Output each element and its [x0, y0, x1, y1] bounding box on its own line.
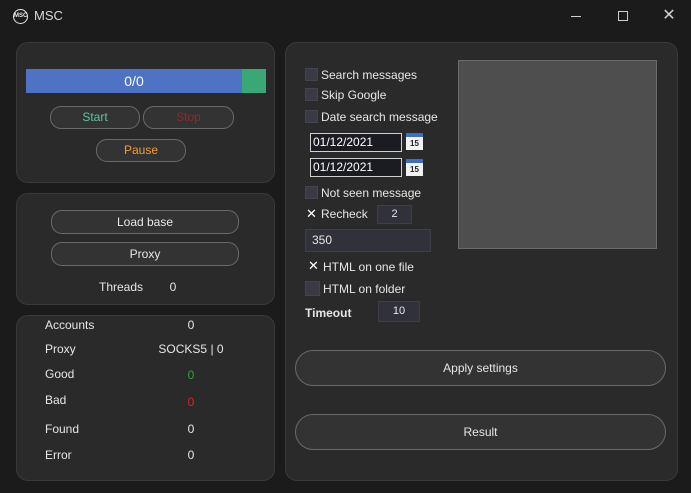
stop-button[interactable]: Stop	[143, 106, 234, 129]
html-one-file-checkbox[interactable]: ✕	[306, 259, 321, 274]
close-button[interactable]: ✕	[646, 0, 691, 32]
calendar-icon[interactable]: 15	[406, 159, 423, 176]
stat-value-found: 0	[187, 422, 195, 436]
window-title: MSC	[34, 8, 63, 23]
stat-value-good: 0	[187, 368, 195, 382]
stat-value-proxy: SOCKS5 | 0	[158, 342, 224, 356]
skip-google-checkbox[interactable]	[305, 88, 318, 101]
preview-area	[458, 60, 657, 249]
stat-label-proxy: Proxy	[45, 342, 76, 356]
start-button[interactable]: Start	[50, 106, 140, 129]
html-folder-label: HTML on folder	[323, 282, 406, 296]
stat-value-accounts: 0	[187, 318, 195, 332]
title-bar: MSC MSC ✕	[0, 0, 691, 32]
skip-google-label: Skip Google	[321, 88, 387, 102]
html-folder-checkbox[interactable]	[305, 281, 320, 296]
minimize-icon	[571, 15, 581, 17]
date-search-checkbox[interactable]	[305, 110, 318, 123]
recheck-label: Recheck	[321, 207, 368, 221]
limit-input[interactable]: 350	[305, 229, 431, 252]
calendar-icon[interactable]: 15	[406, 133, 423, 150]
maximize-button[interactable]	[600, 0, 646, 32]
date-search-label: Date search message	[321, 110, 438, 124]
progress-text: 0/0	[124, 73, 144, 89]
not-seen-label: Not seen message	[321, 186, 422, 200]
stat-label-found: Found	[45, 422, 80, 436]
html-one-file-label: HTML on one file	[323, 260, 414, 274]
date-to-input[interactable]: 01/12/2021	[310, 158, 402, 177]
not-seen-checkbox[interactable]	[305, 186, 318, 199]
stat-label-good: Good	[45, 367, 75, 381]
apply-settings-button[interactable]: Apply settings	[295, 350, 666, 386]
progress-bar: 0/0	[26, 69, 266, 93]
recheck-count-input[interactable]: 2	[377, 205, 412, 224]
timeout-label: Timeout	[305, 306, 352, 320]
result-button[interactable]: Result	[295, 414, 666, 450]
stat-value-bad: 0	[187, 395, 195, 409]
stat-label-accounts: Accounts	[45, 318, 95, 332]
timeout-input[interactable]: 10	[378, 301, 420, 322]
search-messages-label: Search messages	[321, 68, 418, 82]
pause-button[interactable]: Pause	[96, 139, 186, 162]
proxy-button[interactable]: Proxy	[51, 242, 239, 266]
date-from-input[interactable]: 01/12/2021	[310, 133, 402, 152]
maximize-icon	[618, 11, 628, 21]
app-logo-icon: MSC	[13, 9, 28, 24]
load-base-button[interactable]: Load base	[51, 210, 239, 234]
minimize-button[interactable]	[553, 0, 599, 32]
threads-value: 0	[169, 280, 177, 294]
close-icon: ✕	[662, 7, 676, 24]
stat-label-error: Error	[45, 448, 72, 462]
stat-label-bad: Bad	[45, 393, 67, 407]
recheck-checkbox[interactable]: ✕	[305, 207, 318, 220]
threads-label: Threads	[99, 280, 144, 294]
search-messages-checkbox[interactable]	[305, 68, 318, 81]
stat-value-error: 0	[187, 448, 195, 462]
